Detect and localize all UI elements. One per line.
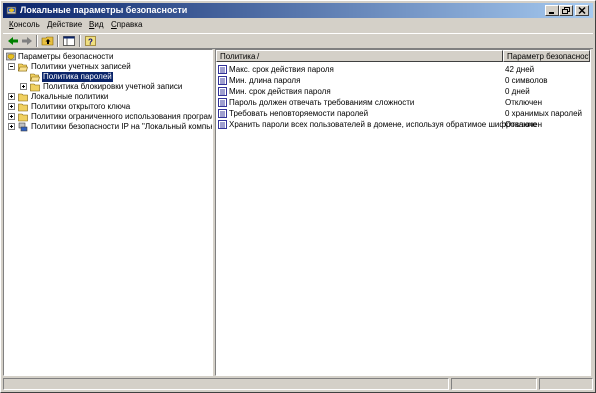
policy-setting: 42 дней [505, 65, 535, 74]
menu-console[interactable]: Консоль [9, 19, 40, 31]
expand-toggle[interactable] [8, 93, 15, 100]
policy-name: Пароль должен отвечать требованиям сложн… [229, 98, 415, 107]
policy-icon [218, 98, 227, 107]
policy-icon [218, 120, 227, 129]
restore-icon [562, 7, 570, 14]
policy-setting: Отключен [505, 120, 543, 129]
up-folder-icon[interactable] [41, 35, 55, 47]
open-folder-icon [18, 63, 28, 72]
table-row[interactable]: Мин. срок действия пароля 0 дней [216, 86, 590, 97]
toolbar-separator [36, 35, 38, 47]
table-row[interactable]: Макс. срок действия пароля 42 дней [216, 64, 590, 75]
tree-item-label: Политики ограниченного использования про… [31, 112, 213, 121]
status-bar-section [539, 378, 593, 390]
expand-toggle[interactable] [8, 113, 15, 120]
column-header-label: Параметр безопасности [507, 52, 590, 61]
tree-pane[interactable]: Параметры безопасности Политики учетных … [3, 49, 213, 376]
expand-toggle[interactable] [20, 83, 27, 90]
toolbar-separator [57, 35, 59, 47]
column-header-setting[interactable]: Параметр безопасности [503, 50, 590, 62]
tree-item-label: Политики открытого ключа [31, 102, 131, 111]
policy-setting: Отключен [505, 98, 543, 107]
folder-icon [18, 93, 28, 102]
policy-name: Хранить пароли всех пользователей в доме… [229, 120, 537, 129]
title-bar[interactable]: Локальные параметры безопасности [3, 3, 593, 18]
svg-text:?: ? [88, 38, 93, 47]
table-row[interactable]: Пароль должен отвечать требованиям сложн… [216, 97, 590, 108]
status-bar-section [3, 378, 449, 390]
policy-name: Мин. срок действия пароля [229, 87, 331, 96]
minimize-button[interactable] [545, 5, 559, 16]
ip-security-icon [18, 122, 28, 132]
tree-item-label: Локальные политики [31, 92, 109, 101]
policy-setting: 0 дней [505, 87, 530, 96]
table-row[interactable]: Требовать неповторяемости паролей 0 хран… [216, 108, 590, 119]
tree-item-label: Параметры безопасности [18, 52, 114, 61]
menu-help[interactable]: Справка [111, 19, 142, 31]
help-icon[interactable]: ? [84, 35, 98, 47]
tree-item-label: Политика блокировки учетной записи [43, 82, 183, 91]
window-title: Локальные параметры безопасности [20, 5, 188, 15]
policy-icon [218, 76, 227, 85]
toolbar: ? [3, 33, 593, 49]
menu-action[interactable]: Действие [47, 19, 82, 31]
policy-icon [218, 65, 227, 74]
column-header-policy[interactable]: Политика / [216, 50, 503, 62]
tree-item-label: Политики учетных записей [31, 62, 131, 71]
expand-toggle[interactable] [8, 123, 15, 130]
close-icon [578, 6, 586, 15]
status-bar-section [451, 378, 537, 390]
expand-toggle[interactable] [8, 103, 15, 110]
forward-icon[interactable] [20, 35, 34, 47]
tree-item-label: Политики безопасности IP на "Локальный к… [31, 122, 213, 131]
column-header-label: Политика [220, 52, 256, 61]
menu-view[interactable]: Вид [89, 19, 103, 31]
collapse-toggle[interactable] [8, 63, 15, 70]
maximize-button[interactable] [559, 5, 573, 16]
table-row[interactable]: Хранить пароли всех пользователей в доме… [216, 119, 590, 130]
policy-name: Требовать неповторяемости паролей [229, 109, 369, 118]
main-window: Локальные параметры безопасности Консоль… [0, 0, 596, 393]
show-hide-tree-icon[interactable] [62, 35, 76, 47]
sort-indicator: / [257, 52, 260, 61]
policy-name: Мин. длина пароля [229, 76, 301, 85]
close-button[interactable] [575, 5, 589, 16]
open-folder-icon [30, 73, 40, 82]
app-icon [6, 6, 17, 15]
menu-bar: Консоль Действие Вид Справка [3, 18, 593, 32]
table-row[interactable]: Мин. длина пароля 0 символов [216, 75, 590, 86]
back-icon[interactable] [6, 35, 20, 47]
folder-icon [18, 103, 28, 112]
policy-icon [218, 109, 227, 118]
policy-setting: 0 символов [505, 76, 548, 85]
shield-computer-icon [6, 52, 16, 61]
folder-icon [18, 113, 28, 122]
list-pane[interactable]: Политика / Параметр безопасности Макс. с… [215, 49, 591, 376]
policy-name: Макс. срок действия пароля [229, 65, 334, 74]
policy-setting: 0 хранимых паролей [505, 109, 583, 118]
minimize-icon [549, 12, 554, 14]
tree-item-label: Политика паролей [42, 72, 113, 82]
toolbar-separator [79, 35, 81, 47]
folder-icon [30, 83, 40, 92]
policy-icon [218, 87, 227, 96]
